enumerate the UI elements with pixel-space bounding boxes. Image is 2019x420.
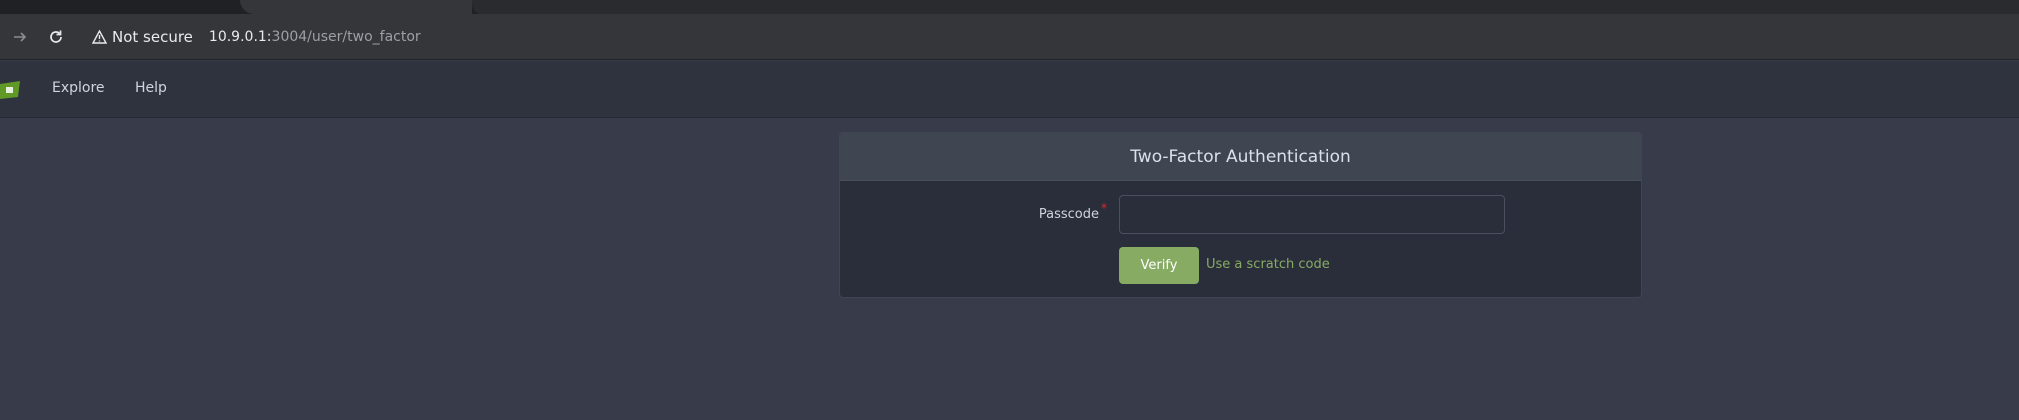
nav-help[interactable]: Help bbox=[135, 80, 167, 96]
required-mark: * bbox=[1101, 201, 1107, 215]
verify-button[interactable]: Verify bbox=[1119, 247, 1199, 284]
app-header: Explore Help bbox=[0, 61, 2019, 118]
passcode-field-row: Passcode * bbox=[840, 195, 1641, 235]
browser-tab-area bbox=[472, 0, 2019, 14]
forward-icon[interactable] bbox=[6, 23, 34, 51]
passcode-label: Passcode bbox=[1038, 207, 1099, 222]
url-host: 10.9.0.1: bbox=[208, 29, 272, 45]
address-bar[interactable]: Not secure 10.9.0.1:3004/user/two_factor bbox=[82, 22, 2002, 52]
security-label: Not secure bbox=[112, 28, 193, 46]
security-indicator[interactable]: Not secure bbox=[92, 28, 193, 46]
warning-icon bbox=[92, 30, 107, 44]
browser-tab-strip bbox=[0, 0, 2019, 14]
scratch-code-link[interactable]: Use a scratch code bbox=[1206, 257, 1330, 272]
reload-icon[interactable] bbox=[42, 23, 70, 51]
url-text: 10.9.0.1:3004/user/two_factor bbox=[209, 29, 421, 45]
browser-tab[interactable] bbox=[240, 0, 472, 14]
browser-toolbar: Not secure 10.9.0.1:3004/user/two_factor bbox=[0, 14, 2019, 60]
passcode-input[interactable] bbox=[1119, 195, 1505, 234]
nav-explore[interactable]: Explore bbox=[52, 80, 105, 96]
url-path: 3004/user/two_factor bbox=[271, 29, 421, 45]
two-factor-card: Two-Factor Authentication Passcode * Ver… bbox=[839, 132, 1642, 298]
card-title: Two-Factor Authentication bbox=[840, 133, 1641, 181]
gitea-logo-icon[interactable] bbox=[0, 81, 20, 99]
